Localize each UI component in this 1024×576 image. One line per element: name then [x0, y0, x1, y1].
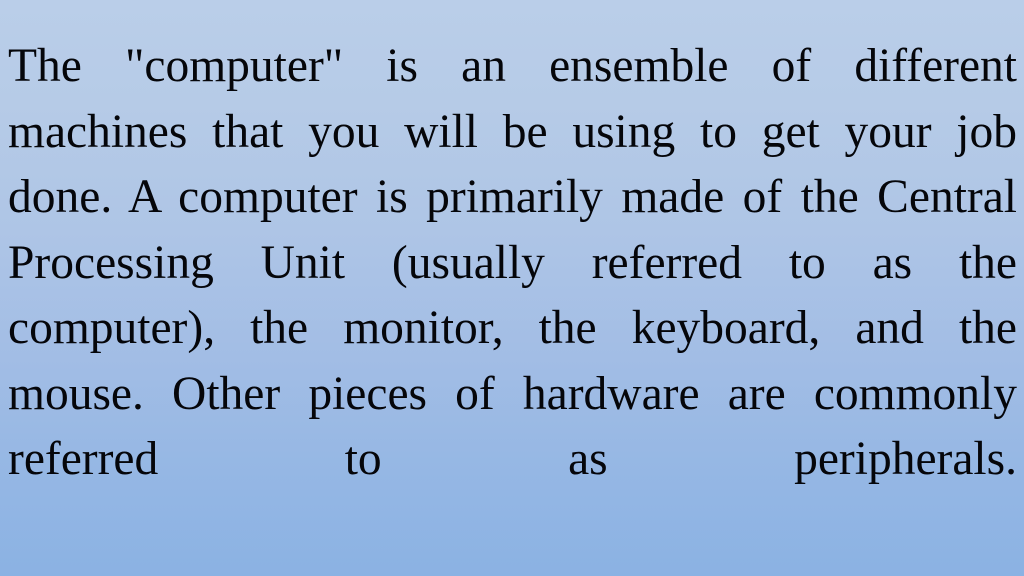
slide-canvas: The "computer" is an ensemble of differe…: [0, 0, 1024, 576]
slide-body-text: The "computer" is an ensemble of differe…: [8, 40, 1017, 485]
